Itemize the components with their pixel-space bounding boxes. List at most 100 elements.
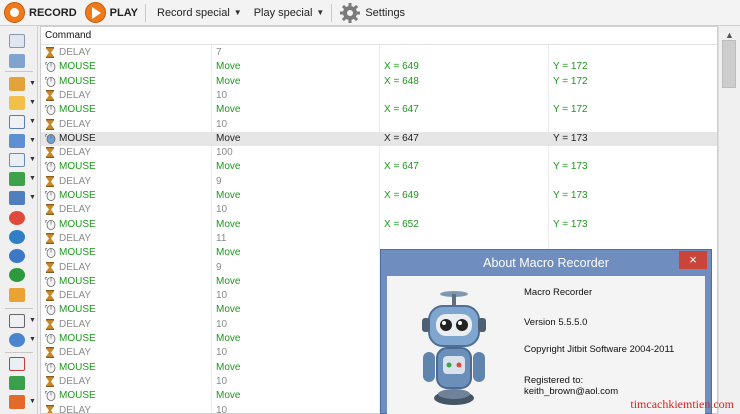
hourglass-icon xyxy=(45,347,57,359)
chevron-down-icon[interactable]: ▼ xyxy=(29,99,36,106)
command-type: DELAY xyxy=(59,347,92,359)
command-value: Move xyxy=(216,132,241,144)
chevron-down-icon[interactable]: ▼ xyxy=(29,336,36,343)
eyedropper-icon[interactable] xyxy=(9,172,25,186)
mouse-icon xyxy=(45,276,57,287)
stop-icon[interactable] xyxy=(9,211,25,225)
scroll-up-icon[interactable]: ▲ xyxy=(725,30,734,40)
table-row[interactable]: DELAY 10 xyxy=(41,118,717,132)
command-type: MOUSE xyxy=(59,275,96,287)
chevron-down-icon[interactable]: ▼ xyxy=(29,398,36,405)
toolbar: RECORD PLAY Record special ▼ Play specia… xyxy=(0,0,740,26)
chevron-down-icon[interactable]: ▼ xyxy=(29,175,36,182)
hourglass-icon[interactable] xyxy=(9,77,25,91)
registered-label: Registered to: xyxy=(524,375,584,386)
label-icon[interactable] xyxy=(9,395,25,409)
copy-icon[interactable] xyxy=(9,134,25,148)
font-icon[interactable] xyxy=(9,357,25,371)
table-row[interactable]: DELAY 10 xyxy=(41,89,717,103)
table-row[interactable]: DELAY 7 xyxy=(41,46,717,60)
hourglass-icon xyxy=(45,404,57,413)
hourglass-icon xyxy=(45,89,57,101)
command-type: DELAY xyxy=(59,204,92,216)
mouse-icon xyxy=(45,133,57,144)
command-type: DELAY xyxy=(59,118,92,130)
mouse-icon xyxy=(45,104,57,116)
command-value: Move xyxy=(216,61,241,73)
command-value: 10 xyxy=(216,347,228,359)
command-type: MOUSE xyxy=(59,61,96,73)
chevron-down-icon[interactable]: ▼ xyxy=(29,137,36,144)
vertical-scrollbar[interactable]: ▲ xyxy=(718,26,740,414)
table-row[interactable]: DELAY 100 xyxy=(41,146,717,160)
command-type: MOUSE xyxy=(59,218,96,230)
y-coordinate: Y = 172 xyxy=(553,75,588,87)
command-value: 10 xyxy=(216,404,228,414)
chevron-down-icon[interactable]: ▼ xyxy=(29,118,36,125)
chevron-down-icon[interactable]: ▼ xyxy=(29,80,36,87)
column-header-command[interactable]: Command xyxy=(45,30,91,41)
image-icon[interactable] xyxy=(9,191,25,205)
command-type: DELAY xyxy=(59,318,92,330)
play-special-dropdown[interactable]: Play special ▼ xyxy=(246,0,329,26)
command-type: DELAY xyxy=(59,89,92,101)
keyboard-icon[interactable] xyxy=(9,54,25,68)
about-dialog: About Macro Recorder × Macro Recorder Ve… xyxy=(380,249,712,414)
goto-icon[interactable] xyxy=(9,376,25,390)
info-icon[interactable] xyxy=(9,249,25,263)
mouse-icon xyxy=(45,190,57,201)
chevron-down-icon[interactable]: ▼ xyxy=(29,317,36,324)
web-icon[interactable] xyxy=(9,268,25,282)
settings-button[interactable]: Settings xyxy=(335,0,409,26)
y-coordinate: Y = 173 xyxy=(553,218,588,230)
globe-icon[interactable] xyxy=(9,230,25,244)
table-row[interactable]: MOUSE Move X = 647 Y = 173 xyxy=(41,160,717,174)
command-type: MOUSE xyxy=(59,390,96,402)
table-row[interactable]: DELAY 11 xyxy=(41,232,717,246)
command-type: DELAY xyxy=(59,47,92,58)
table-row[interactable]: MOUSE Move X = 652 Y = 173 xyxy=(41,218,717,232)
loop-icon[interactable] xyxy=(9,333,25,347)
table-row[interactable]: MOUSE Move X = 649 Y = 173 xyxy=(41,189,717,203)
record-button[interactable]: RECORD xyxy=(0,0,81,26)
close-button[interactable]: × xyxy=(679,251,707,269)
mouse-click-icon[interactable] xyxy=(9,34,25,48)
command-value: Move xyxy=(216,190,241,201)
y-coordinate: Y = 172 xyxy=(553,104,588,116)
table-row[interactable]: MOUSE Move X = 649 Y = 172 xyxy=(41,60,717,74)
play-button[interactable]: PLAY xyxy=(81,0,142,26)
dialog-body: Macro Recorder Version 5.5.5.0 Copyright… xyxy=(387,276,705,414)
record-special-dropdown[interactable]: Record special ▼ xyxy=(149,0,246,26)
chevron-down-icon[interactable]: ▼ xyxy=(29,194,36,201)
scroll-thumb[interactable] xyxy=(722,40,736,88)
table-row[interactable]: MOUSE Move X = 647 Y = 173 xyxy=(41,131,717,147)
counter-icon[interactable] xyxy=(9,314,25,328)
gear-icon xyxy=(340,2,361,23)
command-type: DELAY xyxy=(59,175,92,187)
table-row[interactable]: DELAY 9 xyxy=(41,175,717,189)
chevron-down-icon: ▼ xyxy=(233,8,242,17)
command-value: Move xyxy=(216,161,241,173)
window-icon[interactable] xyxy=(9,115,25,129)
command-type: DELAY xyxy=(59,261,92,273)
table-row[interactable]: MOUSE Move X = 648 Y = 172 xyxy=(41,75,717,89)
command-value: 10 xyxy=(216,375,228,387)
mouse-icon xyxy=(45,219,57,230)
hourglass-icon xyxy=(45,175,57,187)
sidebar-separator xyxy=(5,308,33,309)
command-type: MOUSE xyxy=(59,161,96,173)
text-icon[interactable] xyxy=(9,153,25,167)
hourglass-icon xyxy=(45,47,57,58)
run-icon[interactable] xyxy=(9,288,25,302)
mouse-icon xyxy=(45,333,57,344)
chevron-down-icon[interactable]: ▼ xyxy=(29,156,36,163)
table-row[interactable]: MOUSE Move X = 647 Y = 172 xyxy=(41,103,717,117)
command-value: 10 xyxy=(216,118,228,130)
table-row[interactable]: DELAY 10 xyxy=(41,203,717,217)
command-type: DELAY xyxy=(59,147,92,159)
folder-icon[interactable] xyxy=(9,96,25,110)
hourglass-icon xyxy=(45,147,57,159)
command-value: 10 xyxy=(216,89,228,101)
play-special-label: Play special xyxy=(253,6,313,19)
command-type: MOUSE xyxy=(59,247,96,259)
